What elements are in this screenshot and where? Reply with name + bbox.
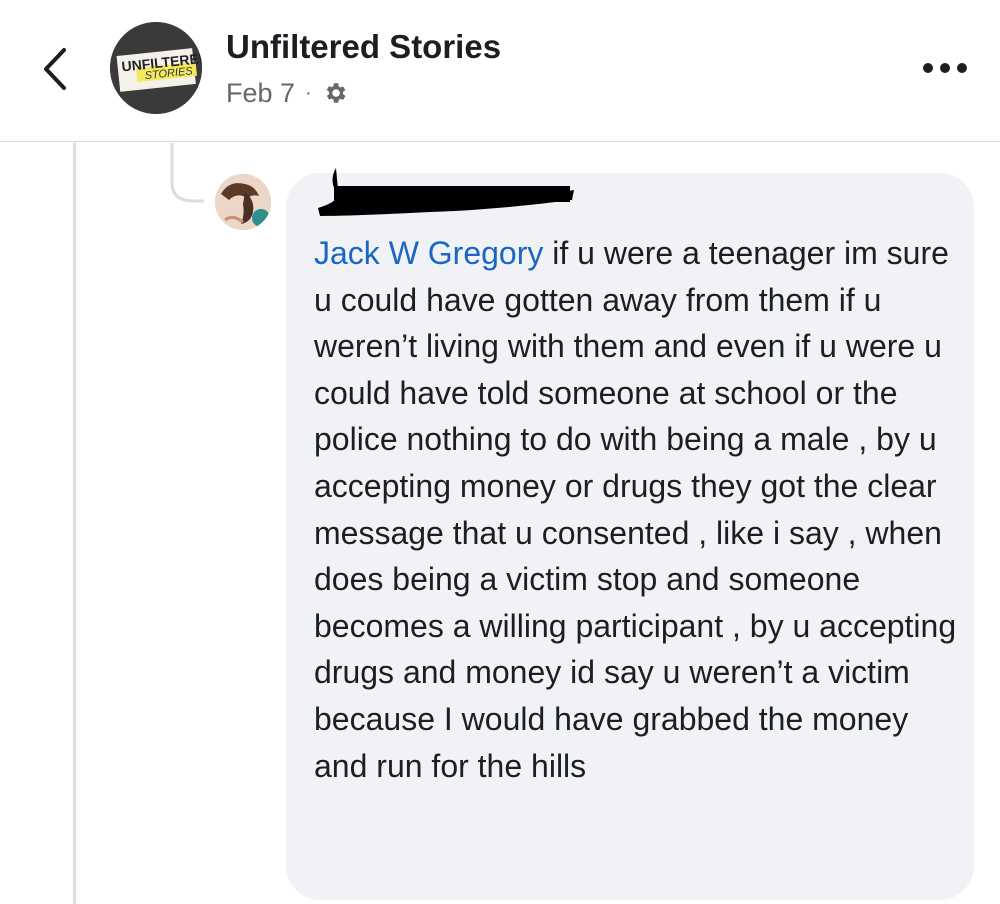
more-options-button[interactable] xyxy=(918,52,972,84)
reply-connector xyxy=(170,143,204,203)
comment-body: if u were a teenager im sure u could hav… xyxy=(314,235,957,784)
post-header: UNFILTERED STORIES Unfiltered Stories Fe… xyxy=(0,0,1000,142)
back-button[interactable] xyxy=(34,38,82,98)
page-avatar[interactable]: UNFILTERED STORIES xyxy=(110,22,202,114)
more-horizontal-icon xyxy=(923,63,967,73)
commenter-avatar-image xyxy=(215,174,271,230)
page-logo: UNFILTERED STORIES xyxy=(110,22,202,114)
post-date[interactable]: Feb 7 xyxy=(226,78,295,109)
commenter-avatar[interactable] xyxy=(215,174,271,230)
mention-link[interactable]: Jack W Gregory xyxy=(314,235,543,271)
chevron-left-icon xyxy=(44,48,66,90)
comment-text: Jack W Gregory if u were a teenager im s… xyxy=(314,230,964,789)
author-name-redaction xyxy=(318,168,574,216)
thread-line xyxy=(73,143,76,904)
meta-separator: · xyxy=(305,82,312,104)
page-name[interactable]: Unfiltered Stories xyxy=(226,28,501,66)
post-meta: Feb 7 · xyxy=(226,76,348,110)
gear-icon[interactable] xyxy=(322,80,348,106)
